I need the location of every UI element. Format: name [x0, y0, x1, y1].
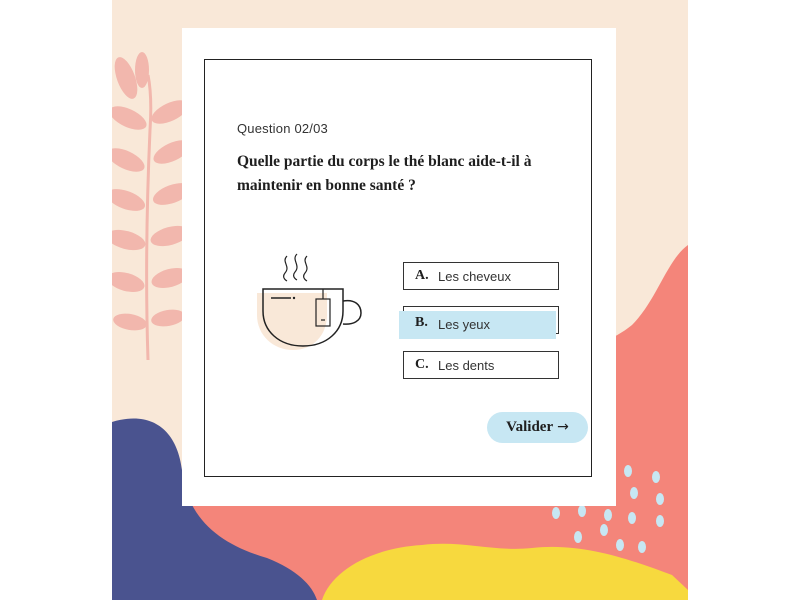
option-a[interactable]: A. Les cheveux	[403, 262, 559, 290]
question-text: Quelle partie du corps le thé blanc aide…	[237, 153, 532, 194]
option-c-letter: C.	[415, 357, 429, 372]
quiz-frame: Question 02/03 Quelle partie du corps le…	[204, 59, 592, 477]
option-a-label: Les cheveux	[438, 269, 511, 284]
option-b-selected[interactable]: B. Les yeux	[399, 306, 559, 339]
question-counter: Question 02/03	[237, 121, 328, 136]
arrow-right-icon: →	[557, 419, 569, 435]
quiz-card: Question 02/03 Quelle partie du corps le…	[182, 28, 616, 506]
option-b-letter: B.	[415, 315, 428, 330]
submit-label: Valider	[506, 419, 554, 435]
option-c[interactable]: C. Les dents	[403, 351, 559, 379]
option-b-label: Les yeux	[438, 317, 491, 332]
option-c-label: Les dents	[438, 358, 495, 373]
submit-button[interactable]: Valider →	[487, 412, 588, 443]
option-a-letter: A.	[415, 268, 429, 283]
teacup-icon	[257, 253, 362, 350]
